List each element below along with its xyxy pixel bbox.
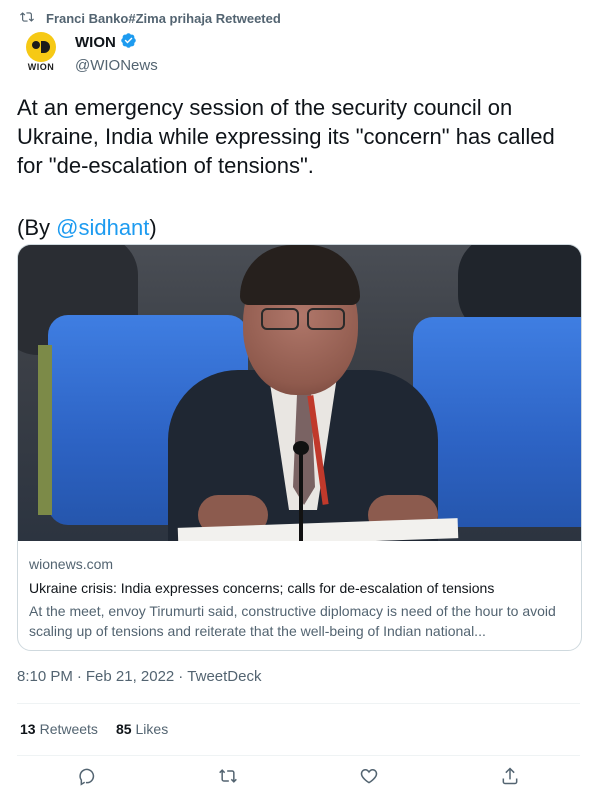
reply-button[interactable] bbox=[76, 766, 100, 790]
desk-detail bbox=[38, 345, 52, 515]
divider bbox=[17, 755, 580, 756]
reply-icon bbox=[78, 766, 98, 791]
retweets-count: 13 bbox=[20, 721, 36, 737]
meta-separator: · bbox=[178, 668, 184, 685]
wion-logo bbox=[26, 32, 56, 62]
retweet-icon bbox=[20, 10, 34, 27]
retweets-stat[interactable]: 13 Retweets bbox=[20, 721, 98, 737]
social-context[interactable]: Franci Banko#Zima prihaja Retweeted bbox=[20, 10, 281, 27]
social-context-text: Franci Banko#Zima prihaja Retweeted bbox=[46, 11, 281, 26]
likes-count: 85 bbox=[115, 721, 132, 737]
tweet-body: At an emergency session of the security … bbox=[17, 95, 555, 178]
tweet-time[interactable]: 8:10 PM bbox=[17, 668, 73, 685]
retweets-label: Retweets bbox=[39, 721, 98, 737]
avatar-brand-text: WION bbox=[27, 62, 55, 72]
card-image[interactable] bbox=[18, 245, 581, 541]
card-title[interactable]: Ukraine crisis: India expresses concerns… bbox=[29, 579, 570, 598]
divider bbox=[17, 703, 580, 704]
retweet-icon bbox=[218, 766, 238, 791]
tweet-author[interactable]: WION WION @WIONews bbox=[22, 30, 522, 78]
share-icon bbox=[500, 766, 520, 791]
tweet-attribution: (By @sidhant) bbox=[17, 213, 583, 242]
tweet-text: At an emergency session of the security … bbox=[17, 93, 583, 242]
likes-stat[interactable]: 85 Likes bbox=[116, 721, 168, 737]
share-button[interactable] bbox=[498, 766, 522, 790]
speaker-hair bbox=[240, 245, 360, 305]
microphone-stand bbox=[299, 445, 303, 541]
retweet-button[interactable] bbox=[216, 766, 240, 790]
meta-separator: · bbox=[76, 668, 82, 685]
attribution-prefix: (By bbox=[17, 215, 57, 240]
blue-chair bbox=[413, 317, 581, 527]
engagement-stats: 13 Retweets 85 Likes bbox=[20, 721, 168, 737]
tweet-source[interactable]: TweetDeck bbox=[187, 668, 261, 685]
microphone-icon bbox=[293, 441, 309, 455]
mention-link[interactable]: @sidhant bbox=[56, 215, 149, 240]
author-handle[interactable]: @WIONews bbox=[75, 57, 158, 74]
tweet-date[interactable]: Feb 21, 2022 bbox=[86, 668, 174, 685]
likes-label: Likes bbox=[135, 721, 169, 737]
link-card[interactable]: wionews.com Ukraine crisis: India expres… bbox=[17, 244, 582, 651]
verified-badge-icon bbox=[120, 32, 137, 53]
avatar[interactable]: WION bbox=[22, 30, 60, 74]
card-description: At the meet, envoy Tirumurti said, const… bbox=[29, 603, 556, 639]
attribution-suffix: ) bbox=[149, 215, 157, 240]
author-display-name[interactable]: WION bbox=[75, 34, 116, 51]
tweet-timestamp: 8:10 PM · Feb 21, 2022 · TweetDeck bbox=[17, 668, 261, 685]
card-domain: wionews.com bbox=[29, 556, 114, 572]
speaker-glasses bbox=[261, 308, 345, 330]
heart-icon bbox=[359, 766, 379, 791]
action-bar bbox=[0, 766, 598, 794]
like-button[interactable] bbox=[357, 766, 381, 790]
